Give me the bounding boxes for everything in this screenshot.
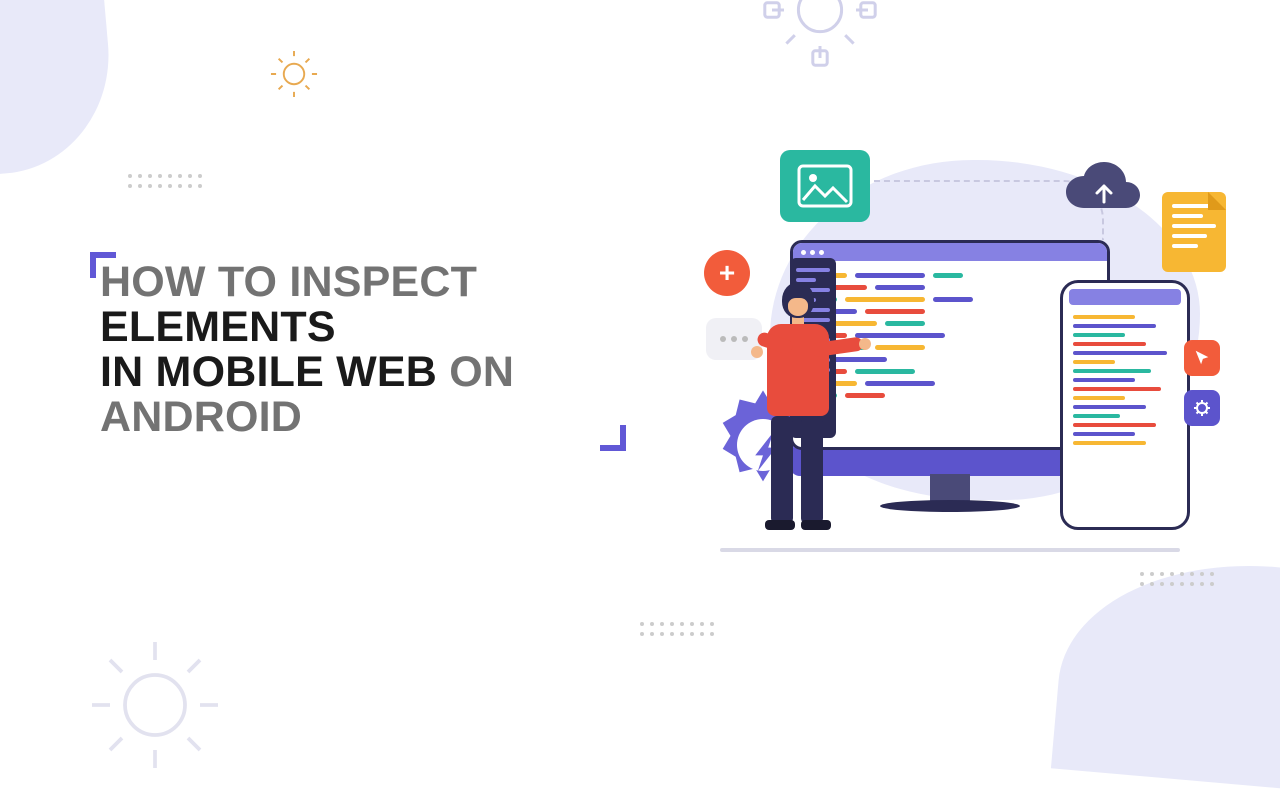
hero-title: HOW TO INSPECT ELEMENTS IN MOBILE WEB ON… <box>100 260 620 441</box>
title-segment: MOBILE WEB <box>156 348 450 396</box>
image-card-icon <box>780 150 870 222</box>
hero-illustration: + <box>630 130 1250 600</box>
cursor-icon <box>1184 340 1220 376</box>
title-segment: HOW TO INSPECT <box>100 258 477 306</box>
title-text: HOW TO INSPECT ELEMENTS IN MOBILE WEB ON… <box>100 260 620 441</box>
cloud-upload-icon <box>1060 160 1150 225</box>
settings-gear-icon <box>1184 390 1220 426</box>
corner-bracket-icon <box>600 425 626 451</box>
plus-circle-icon: + <box>704 250 750 296</box>
gear-icon <box>262 42 326 106</box>
title-segment: IN <box>100 348 156 396</box>
corner-bracket-icon <box>90 252 116 278</box>
person-illustration <box>748 282 848 544</box>
decorative-dots <box>128 174 202 188</box>
document-icon <box>1162 192 1226 272</box>
bg-blob-top-left <box>0 0 118 176</box>
mobile-phone <box>1060 280 1190 530</box>
floor-line <box>720 548 1180 552</box>
gear-icon <box>80 630 230 780</box>
title-segment: ELEMENTS <box>100 303 336 351</box>
decorative-dots <box>640 622 714 636</box>
gear-icon <box>760 0 880 70</box>
